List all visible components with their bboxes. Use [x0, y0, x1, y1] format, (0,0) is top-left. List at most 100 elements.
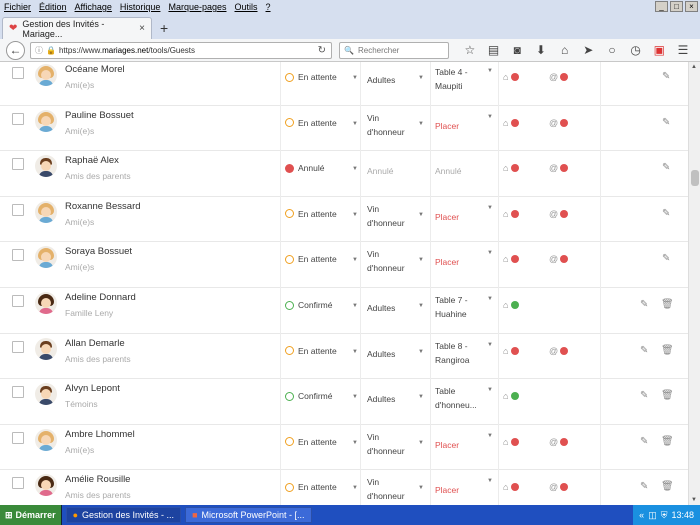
row-checkbox[interactable]	[12, 67, 24, 79]
email-status[interactable]: @	[549, 163, 569, 173]
status-caret-icon[interactable]: ▼	[352, 440, 358, 446]
guest-name[interactable]: Soraya Bossuet	[65, 246, 132, 257]
menu-outils[interactable]: Outils	[235, 2, 258, 12]
guest-name[interactable]: Ambre Lhommel	[65, 429, 135, 440]
invitation-status[interactable]: ⌂	[503, 300, 520, 310]
table-caret-icon[interactable]: ▼	[487, 205, 493, 211]
addon-icon[interactable]: ▣	[648, 42, 672, 59]
invitation-status[interactable]: ⌂	[503, 482, 520, 492]
table-dropdown[interactable]: Placer	[435, 438, 483, 452]
reload-icon[interactable]: ↻	[318, 45, 326, 56]
guest-name[interactable]: Adeline Donnard	[65, 292, 136, 303]
task-firefox[interactable]: ● Gestion des Invités - ...	[65, 507, 182, 523]
email-status[interactable]: @	[549, 437, 569, 447]
menu-caret-icon[interactable]: ▼	[418, 440, 424, 446]
menu-caret-icon[interactable]: ▼	[418, 349, 424, 355]
row-checkbox[interactable]	[12, 477, 24, 490]
table-caret-icon[interactable]: ▼	[487, 387, 493, 393]
scroll-down-icon[interactable]: ▼	[691, 497, 697, 503]
lock-icon[interactable]: 🔒	[46, 46, 56, 55]
trash-icon[interactable]: 🗑	[661, 345, 674, 356]
row-checkbox[interactable]	[12, 203, 24, 216]
invitation-status[interactable]: ⌂	[503, 163, 520, 173]
start-button[interactable]: ⊞ Démarrer	[0, 505, 62, 525]
guest-name[interactable]: Allan Demarle	[65, 338, 125, 349]
table-dropdown[interactable]: Table 8 - Rangiroa	[435, 339, 483, 367]
status-caret-icon[interactable]: ▼	[352, 394, 358, 400]
status-dropdown[interactable]: En attente	[285, 437, 337, 447]
trash-icon[interactable]: 🗑	[661, 390, 674, 401]
chat-icon[interactable]: ○	[600, 42, 624, 59]
menu-dropdown[interactable]: Vin d'honneur	[367, 202, 412, 230]
table-dropdown[interactable]: Table 4 - Maupiti	[435, 65, 483, 93]
status-dropdown[interactable]: En attente	[285, 346, 337, 356]
status-dropdown[interactable]: En attente	[285, 482, 337, 492]
edit-pencil-icon[interactable]: ✎	[640, 481, 648, 492]
status-dropdown[interactable]: En attente	[285, 72, 337, 82]
status-dropdown[interactable]: En attente	[285, 118, 337, 128]
home-icon[interactable]: ⌂	[553, 42, 577, 59]
row-checkbox[interactable]	[12, 112, 24, 125]
menu-affichage[interactable]: Affichage	[75, 2, 112, 12]
menu-help[interactable]: ?	[266, 2, 271, 12]
menu-caret-icon[interactable]: ▼	[418, 75, 424, 81]
menu-caret-icon[interactable]: ▼	[418, 212, 424, 218]
invitation-status[interactable]: ⌂	[503, 209, 520, 219]
minimize-button[interactable]: _	[655, 1, 668, 12]
status-dropdown[interactable]: Confirmé	[285, 391, 332, 401]
status-caret-icon[interactable]: ▼	[352, 303, 358, 309]
back-button[interactable]: ←	[6, 41, 25, 60]
trash-icon[interactable]: 🗑	[661, 481, 674, 492]
row-checkbox[interactable]	[12, 295, 24, 307]
pocket-icon[interactable]: ◙	[505, 42, 529, 59]
row-checkbox[interactable]	[12, 386, 24, 399]
guest-name[interactable]: Alvyn Lepont	[65, 383, 120, 394]
table-dropdown[interactable]: Table d'honneu...	[435, 384, 483, 412]
menu-caret-icon[interactable]: ▼	[418, 121, 424, 127]
send-icon[interactable]: ➤	[576, 42, 600, 59]
status-caret-icon[interactable]: ▼	[352, 121, 358, 127]
status-caret-icon[interactable]: ▼	[352, 485, 358, 491]
menu-dropdown[interactable]: Vin d'honneur	[367, 111, 412, 139]
menu-caret-icon[interactable]: ▼	[418, 485, 424, 491]
status-caret-icon[interactable]: ▼	[352, 166, 358, 172]
table-dropdown[interactable]: Placer	[435, 483, 483, 497]
scroll-thumb[interactable]	[691, 170, 699, 186]
edit-pencil-icon[interactable]: ✎	[640, 436, 648, 447]
status-dropdown[interactable]: En attente	[285, 254, 337, 264]
menu-dropdown[interactable]: Vin d'honneur	[367, 247, 412, 275]
info-icon[interactable]: ⓘ	[35, 45, 43, 56]
edit-pencil-icon[interactable]: ✎	[662, 117, 670, 128]
task-powerpoint[interactable]: ■ Microsoft PowerPoint - [...	[185, 507, 312, 523]
url-bar[interactable]: ⓘ 🔒 https://www. mariages.net /tools/Gue…	[30, 42, 332, 59]
table-caret-icon[interactable]: ▼	[487, 68, 493, 74]
maximize-button[interactable]: □	[670, 1, 683, 12]
row-checkbox[interactable]	[12, 431, 24, 444]
status-caret-icon[interactable]: ▼	[352, 349, 358, 355]
guest-name[interactable]: Amélie Rousille	[65, 474, 130, 485]
status-dropdown[interactable]: Annulé	[285, 163, 324, 173]
edit-pencil-icon[interactable]: ✎	[662, 71, 670, 82]
email-status[interactable]: @	[549, 482, 569, 492]
history-icon[interactable]: ◷	[624, 42, 648, 59]
menu-dropdown[interactable]: Adultes	[367, 73, 412, 87]
invitation-status[interactable]: ⌂	[503, 391, 520, 401]
close-window-button[interactable]: ×	[685, 1, 698, 12]
menu-caret-icon[interactable]: ▼	[418, 303, 424, 309]
status-dropdown[interactable]: Confirmé	[285, 300, 332, 310]
table-caret-icon[interactable]: ▼	[487, 296, 493, 302]
email-status[interactable]: @	[549, 209, 569, 219]
table-dropdown[interactable]: Placer	[435, 255, 483, 269]
guest-name[interactable]: Pauline Bossuet	[65, 110, 134, 121]
invitation-status[interactable]: ⌂	[503, 254, 520, 264]
edit-pencil-icon[interactable]: ✎	[640, 299, 648, 310]
table-caret-icon[interactable]: ▼	[487, 342, 493, 348]
tab-close-icon[interactable]: ×	[139, 23, 145, 34]
browser-tab[interactable]: ❤ Gestion des Invités - Mariage... ×	[2, 17, 152, 39]
invitation-status[interactable]: ⌂	[503, 437, 520, 447]
guest-name[interactable]: Roxanne Bessard	[65, 201, 141, 212]
menu-dropdown[interactable]: Adultes	[367, 347, 412, 361]
table-caret-icon[interactable]: ▼	[487, 478, 493, 484]
search-input[interactable]: 🔍 Rechercher	[339, 42, 449, 59]
row-checkbox[interactable]	[12, 340, 24, 353]
